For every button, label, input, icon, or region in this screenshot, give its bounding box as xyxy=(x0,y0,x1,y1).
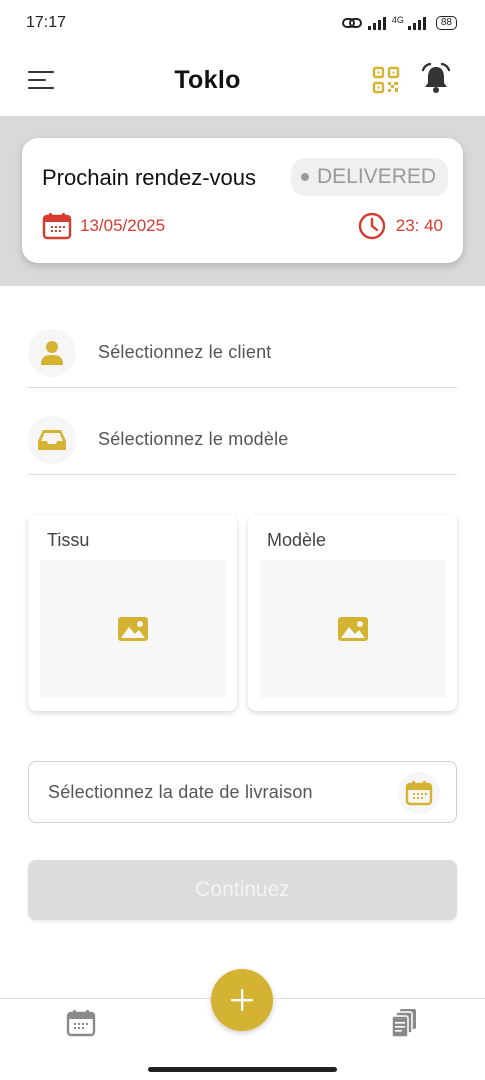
image-icon xyxy=(338,617,368,641)
select-model-row[interactable]: Sélectionnez le modèle xyxy=(28,405,457,475)
link-icon xyxy=(341,18,362,28)
client-icon-wrap xyxy=(28,328,76,377)
fabric-label: Tissu xyxy=(47,530,90,550)
network-type: 4G xyxy=(391,15,404,25)
documents-icon[interactable] xyxy=(390,1008,418,1038)
delivery-calendar-button[interactable] xyxy=(398,772,440,814)
model-image-card[interactable]: Modèle xyxy=(248,515,457,711)
add-icon xyxy=(231,989,253,1011)
appointment-date: 13/05/2025 xyxy=(42,212,165,240)
home-indicator xyxy=(148,1067,337,1072)
date-text: 13/05/2025 xyxy=(80,216,166,235)
status-badge: DELIVERED xyxy=(291,158,449,196)
bell-icon[interactable] xyxy=(420,63,452,95)
add-button[interactable] xyxy=(211,969,273,1031)
status-dot-icon xyxy=(301,173,309,181)
calendar-icon[interactable] xyxy=(66,1009,96,1037)
page-title: Toklo xyxy=(174,66,241,94)
appointment-title: Prochain rendez-vous xyxy=(42,165,257,190)
status-time: 17:17 xyxy=(26,14,67,31)
next-appointment-card[interactable]: Prochain rendez-vous DELIVERED 13/05/202… xyxy=(22,138,463,263)
app-bar: Toklo xyxy=(0,50,485,110)
delivery-date-placeholder: Sélectionnez la date de livraison xyxy=(48,781,313,802)
calendar-icon xyxy=(405,781,433,806)
status-bar: 17:17 4G 88 xyxy=(0,0,485,46)
continue-button[interactable]: Continuez xyxy=(28,860,457,920)
inbox-icon xyxy=(38,429,66,450)
appointment-time: 23: 40 xyxy=(358,212,443,240)
image-icon xyxy=(118,617,148,641)
status-text: DELIVERED xyxy=(317,165,437,188)
battery-icon: 88 xyxy=(435,16,457,30)
select-client-label: Sélectionnez le client xyxy=(98,342,272,362)
clock-icon xyxy=(358,212,385,240)
delivery-date-field[interactable]: Sélectionnez la date de livraison xyxy=(28,761,457,823)
select-client-row[interactable]: Sélectionnez le client xyxy=(28,318,457,388)
model-image-placeholder[interactable] xyxy=(260,560,446,698)
model-icon-wrap xyxy=(28,415,76,464)
signal-icon-2 xyxy=(407,16,426,30)
select-model-label: Sélectionnez le modèle xyxy=(98,429,289,449)
fabric-image-placeholder[interactable] xyxy=(40,560,226,698)
person-icon xyxy=(41,340,63,365)
model-image-label: Modèle xyxy=(267,530,327,550)
calendar-icon xyxy=(42,213,72,240)
status-icons: 4G 88 xyxy=(341,15,457,30)
qr-code-icon[interactable] xyxy=(372,66,400,94)
time-text: 23: 40 xyxy=(395,216,443,235)
signal-icon xyxy=(367,16,386,30)
fabric-image-card[interactable]: Tissu xyxy=(28,515,237,711)
